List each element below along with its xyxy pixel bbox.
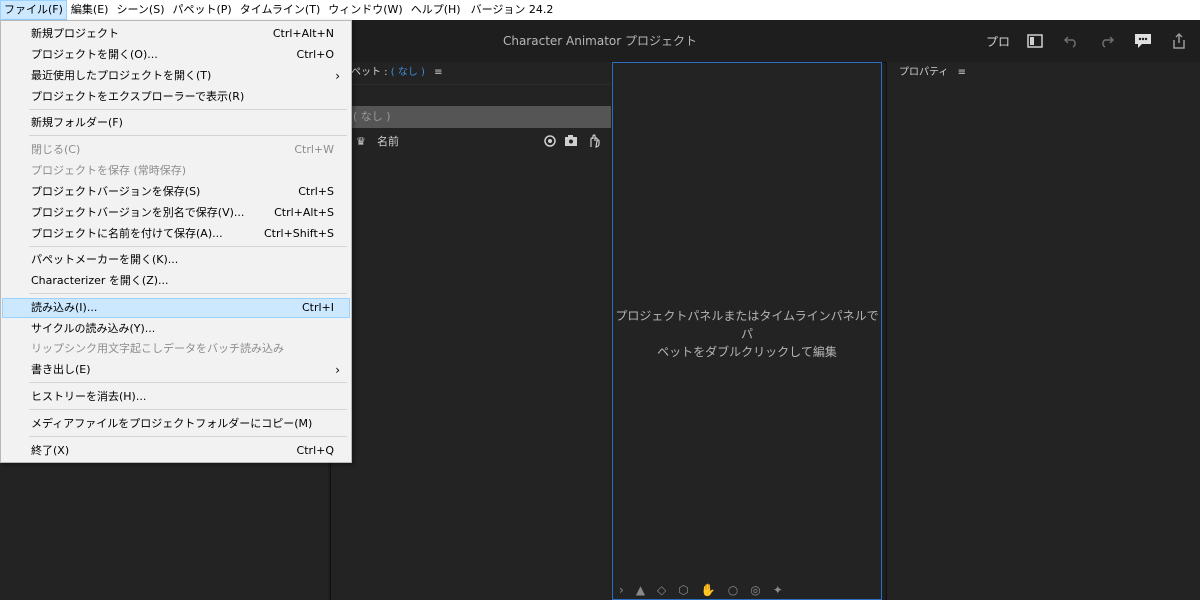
menu-item-export[interactable]: 書き出し(E) ›	[2, 360, 350, 380]
menu-item-save-version-as[interactable]: プロジェクトバージョンを別名で保存(V)... Ctrl+Alt+S	[2, 203, 350, 223]
hand-icon[interactable]	[587, 134, 601, 148]
properties-title: プロパティ	[899, 67, 949, 78]
menu-item-copy-media[interactable]: メディアファイルをプロジェクトフォルダーにコピー(M)	[2, 414, 350, 434]
puppet-panel-title: ペット :	[351, 67, 391, 78]
menu-item-import-cycle[interactable]: サイクルの読み込み(Y)...	[2, 319, 350, 339]
hand-tool-icon[interactable]: ✋	[701, 583, 716, 597]
menu-separator	[29, 293, 347, 294]
zoom-tool-icon[interactable]: ○	[728, 583, 738, 597]
crown-icon: ♛	[356, 135, 366, 148]
menu-puppet[interactable]: パペット(P)	[168, 0, 235, 20]
viewer-empty-message: プロジェクトパネルまたはタイムラインパネルでパ ペットをダブルクリックして編集	[613, 307, 881, 361]
share-icon[interactable]	[1168, 30, 1190, 52]
menu-separator	[29, 246, 347, 247]
puppet-selected-row[interactable]: ( なし )	[331, 106, 611, 128]
redo-icon[interactable]	[1096, 30, 1118, 52]
menu-separator	[29, 135, 347, 136]
column-name-label: 名前	[377, 135, 399, 148]
menu-bar: ファイル(F) 編集(E) シーン(S) パペット(P) タイムライン(T) ウ…	[0, 0, 1200, 20]
menu-separator	[29, 109, 347, 110]
viewer-message-line2: ペットをダブルクリックして編集	[657, 345, 837, 359]
warning-icon[interactable]: ▲	[636, 583, 645, 597]
submenu-arrow-icon: ›	[335, 69, 340, 83]
panel-layout-icon[interactable]	[1024, 30, 1046, 52]
expand-icon[interactable]: ›	[619, 583, 624, 597]
submenu-arrow-icon: ›	[335, 363, 340, 377]
menu-file[interactable]: ファイル(F)	[0, 0, 67, 20]
puppet-panel-header: ペット : ( なし ) ≡	[331, 62, 611, 85]
menu-separator	[29, 409, 347, 410]
menu-item-open-characterizer[interactable]: Characterizer を開く(Z)...	[2, 271, 350, 291]
menu-item-import[interactable]: 読み込み(I)... Ctrl+I	[2, 298, 350, 318]
menu-timeline[interactable]: タイムライン(T)	[236, 0, 325, 20]
menu-window[interactable]: ウィンドウ(W)	[324, 0, 406, 20]
menu-item-save-version[interactable]: プロジェクトバージョンを保存(S) Ctrl+S	[2, 182, 350, 202]
menu-separator	[29, 382, 347, 383]
menu-scene[interactable]: シーン(S)	[112, 0, 168, 20]
menu-item-open-project[interactable]: プロジェクトを開く(O)... Ctrl+O	[2, 45, 350, 65]
menu-edit[interactable]: 編集(E)	[67, 0, 113, 20]
menu-item-close[interactable]: 閉じる(C) Ctrl+W	[2, 140, 350, 160]
camera-icon[interactable]	[564, 134, 578, 148]
menu-item-open-puppet-maker[interactable]: パペットメーカーを開く(K)...	[2, 250, 350, 270]
menu-item-show-in-explorer[interactable]: プロジェクトをエクスプローラーで表示(R)	[2, 87, 350, 107]
file-menu-dropdown: 新規プロジェクト Ctrl+Alt+N プロジェクトを開く(O)... Ctrl+O…	[0, 20, 352, 463]
properties-menu-icon[interactable]: ≡	[958, 67, 966, 78]
menu-item-exit[interactable]: 終了(X) Ctrl+Q	[2, 441, 350, 461]
scene-viewer-panel[interactable]: プロジェクトパネルまたはタイムラインパネルでパ ペットをダブルクリックして編集 …	[612, 62, 882, 600]
menu-item-batch-import-transcripts[interactable]: リップシンク用文字起こしデータをバッチ読み込み	[2, 339, 350, 359]
menu-item-save-as[interactable]: プロジェクトに名前を付けて保存(A)... Ctrl+Shift+S	[2, 224, 350, 244]
menu-item-new-folder[interactable]: 新規フォルダー(F)	[2, 113, 350, 133]
record-icon[interactable]	[543, 134, 557, 148]
shape-tool-icon[interactable]: ◇	[657, 583, 666, 597]
menu-item-save-project[interactable]: プロジェクトを保存 (常時保存)	[2, 161, 350, 181]
viewer-message-line1: プロジェクトパネルまたはタイムラインパネルでパ	[615, 309, 879, 341]
properties-header: プロパティ ≡	[887, 62, 1200, 84]
mesh-tool-icon[interactable]: ⬡	[678, 583, 688, 597]
properties-panel: プロパティ ≡	[886, 62, 1200, 600]
menu-help[interactable]: ヘルプ(H)	[407, 0, 465, 20]
puppet-panel: ペット : ( なし ) ≡ ( なし ) ♛ 名前	[330, 62, 611, 600]
viewer-toolbar: › ▲ ◇ ⬡ ✋ ○ ◎ ✦	[619, 583, 783, 597]
menu-item-open-recent[interactable]: 最近使用したプロジェクトを開く(T) ›	[2, 66, 350, 86]
target-tool-icon[interactable]: ◎	[750, 583, 760, 597]
menu-item-clear-history[interactable]: ヒストリーを消去(H)...	[2, 387, 350, 407]
puppet-column-header: ♛ 名前	[331, 132, 611, 152]
feedback-icon[interactable]	[1132, 30, 1154, 52]
mode-label[interactable]: プロ	[986, 33, 1010, 50]
version-label: バージョン 24.2	[470, 3, 554, 16]
undo-icon[interactable]	[1060, 30, 1082, 52]
pin-tool-icon[interactable]: ✦	[773, 583, 783, 597]
puppet-panel-menu-icon[interactable]: ≡	[434, 67, 442, 78]
menu-item-new-project[interactable]: 新規プロジェクト Ctrl+Alt+N	[2, 24, 350, 44]
puppet-panel-title-value: ( なし )	[390, 67, 425, 78]
menu-separator	[29, 436, 347, 437]
header-toolbar: プロ	[986, 20, 1190, 62]
